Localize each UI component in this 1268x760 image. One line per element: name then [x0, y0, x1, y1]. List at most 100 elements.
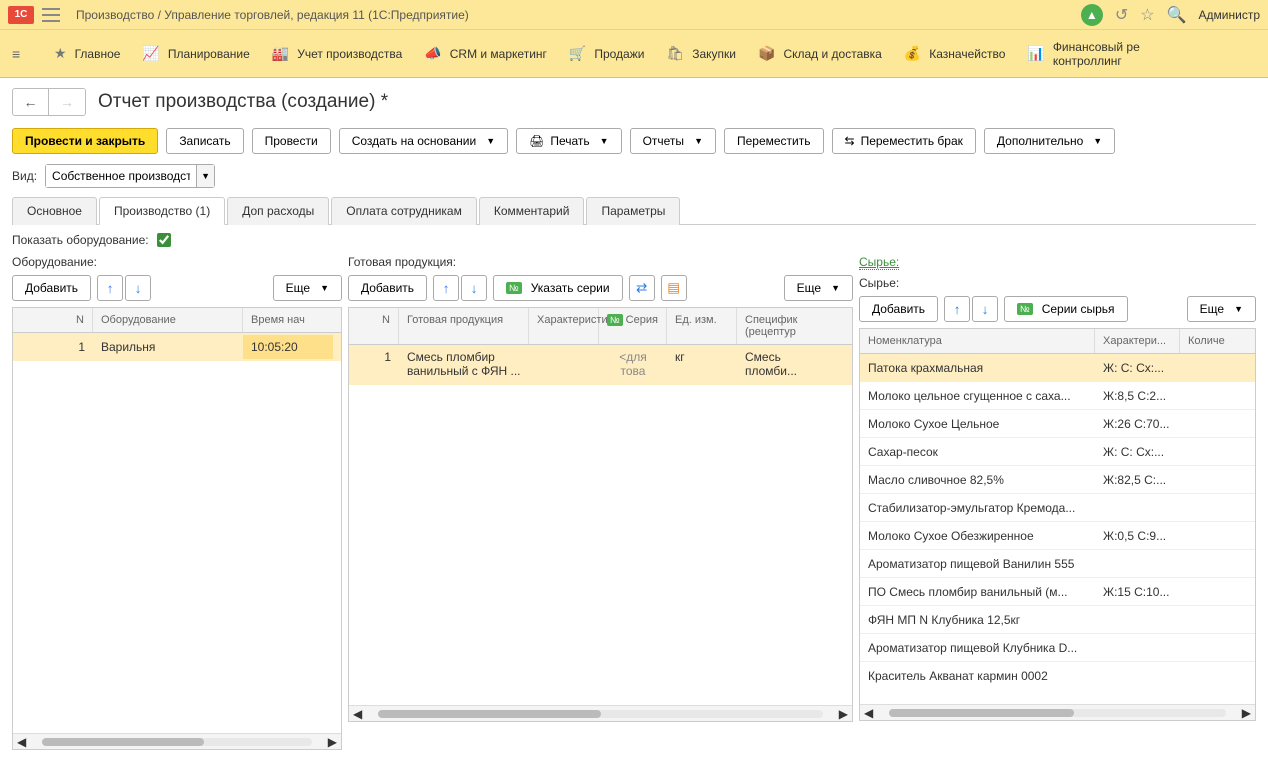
- eq-col-start[interactable]: Время нач: [243, 308, 333, 332]
- history-icon[interactable]: ↺: [1115, 5, 1128, 25]
- raw-series-button[interactable]: №Серии сырья: [1004, 296, 1127, 322]
- table-row[interactable]: Ароматизатор пищевой Клубника D...: [860, 634, 1255, 662]
- nav-purchase[interactable]: 🛍Закупки: [666, 45, 736, 62]
- arrow-down-icon: ↓: [135, 281, 142, 296]
- product-more-button[interactable]: Еще▼: [784, 275, 853, 301]
- table-row[interactable]: Краситель Акванат кармин 0002: [860, 662, 1255, 690]
- raw-col-qty[interactable]: Количе: [1180, 329, 1240, 353]
- prod-col-unit[interactable]: Ед. изм.: [667, 308, 737, 344]
- equipment-up-button[interactable]: ↑: [97, 275, 123, 301]
- product-up-button[interactable]: ↑: [433, 275, 459, 301]
- search-icon[interactable]: 🔍: [1167, 5, 1187, 25]
- raw-link[interactable]: Сырье:: [859, 255, 899, 270]
- tab-payment[interactable]: Оплата сотрудникам: [331, 197, 477, 225]
- nav-warehouse[interactable]: 📦Склад и доставка: [758, 45, 882, 62]
- table-row[interactable]: Масло сливочное 82,5%Ж:82,5 С:...: [860, 466, 1255, 494]
- tabs: Основное Производство (1) Доп расходы Оп…: [12, 196, 1256, 225]
- post-close-button[interactable]: Провести и закрыть: [12, 128, 158, 154]
- table-row[interactable]: Молоко цельное сгущенное с саха...Ж:8,5 …: [860, 382, 1255, 410]
- product-share-button[interactable]: ⇄: [629, 275, 655, 301]
- equipment-down-button[interactable]: ↓: [125, 275, 151, 301]
- product-down-button[interactable]: ↓: [461, 275, 487, 301]
- post-button[interactable]: Провести: [252, 128, 331, 154]
- nav-fin[interactable]: 📊Финансовый реконтроллинг: [1027, 40, 1139, 68]
- favorite-icon[interactable]: ☆: [1140, 5, 1154, 25]
- vid-input[interactable]: [46, 165, 196, 187]
- prod-col-spec[interactable]: Специфик (рецептур: [737, 308, 817, 344]
- eq-col-eq[interactable]: Оборудование: [93, 308, 243, 332]
- table-row[interactable]: Молоко Сухое ЦельноеЖ:26 С:70...: [860, 410, 1255, 438]
- prod-col-prod[interactable]: Готовая продукция: [399, 308, 529, 344]
- tab-production[interactable]: Производство (1): [99, 197, 225, 225]
- create-from-button[interactable]: Создать на основании▼: [339, 128, 508, 154]
- nav-menu-icon[interactable]: ≡: [12, 46, 32, 62]
- share-icon: ⇄: [636, 280, 647, 296]
- show-equipment-checkbox[interactable]: [157, 233, 171, 247]
- print-button[interactable]: 🖨Печать▼: [516, 128, 621, 154]
- product-label: Готовая продукция:: [348, 255, 853, 269]
- prod-col-serial[interactable]: №Серия: [599, 308, 667, 344]
- raw-up-button[interactable]: ↑: [944, 296, 970, 322]
- user-label[interactable]: Администр: [1199, 8, 1260, 22]
- equipment-hscroll[interactable]: ◀▶: [13, 733, 341, 749]
- table-row[interactable]: Молоко Сухое ОбезжиренноеЖ:0,5 С:9...: [860, 522, 1255, 550]
- table-row[interactable]: ПО Смесь пломбир ванильный (м...Ж:15 С:1…: [860, 578, 1255, 606]
- tab-params[interactable]: Параметры: [586, 197, 680, 225]
- tab-basic[interactable]: Основное: [12, 197, 97, 225]
- table-row[interactable]: Сахар-песокЖ: С: Сх:...: [860, 438, 1255, 466]
- nav-plan[interactable]: 📈Планирование: [142, 45, 249, 62]
- nav-crm[interactable]: 📣CRM и маркетинг: [424, 45, 547, 62]
- move-defect-button[interactable]: ⇆Переместить брак: [832, 128, 976, 154]
- window-title: Производство / Управление торговлей, ред…: [76, 8, 1081, 22]
- raw-down-button[interactable]: ↓: [972, 296, 998, 322]
- menu-icon[interactable]: [42, 8, 60, 22]
- arrow-down-icon: ↓: [982, 302, 989, 317]
- prod-col-n[interactable]: N: [349, 308, 399, 344]
- back-button[interactable]: ←: [13, 89, 49, 115]
- nav-main[interactable]: ★Главное: [54, 45, 120, 62]
- product-hscroll[interactable]: ◀▶: [349, 705, 852, 721]
- raw-hscroll[interactable]: ◀▶: [860, 704, 1255, 720]
- tab-expenses[interactable]: Доп расходы: [227, 197, 329, 225]
- table-row[interactable]: ФЯН МП N Клубника 12,5кг: [860, 606, 1255, 634]
- megaphone-icon: 📣: [424, 45, 441, 62]
- vid-label: Вид:: [12, 169, 37, 183]
- table-row[interactable]: 1Варильня10:05:20: [13, 333, 341, 361]
- raw-more-button[interactable]: Еще▼: [1187, 296, 1256, 322]
- nav-sales[interactable]: 🛒Продажи: [569, 45, 645, 62]
- table-row[interactable]: Стабилизатор-эмульгатор Кремода...: [860, 494, 1255, 522]
- tab-comment[interactable]: Комментарий: [479, 197, 585, 225]
- chart-icon: 📈: [142, 45, 159, 62]
- nav-prod[interactable]: 🏭Учет производства: [272, 45, 403, 62]
- raw-add-button[interactable]: Добавить: [859, 296, 938, 322]
- raw-col-char[interactable]: Характери...: [1095, 329, 1180, 353]
- vid-select[interactable]: ▼: [45, 164, 215, 188]
- equipment-panel: Оборудование: Добавить ↑ ↓ Еще▼ N Оборуд…: [12, 255, 342, 750]
- nav-treasury[interactable]: 💰Казначейство: [904, 45, 1006, 62]
- more-button[interactable]: Дополнительно▼: [984, 128, 1115, 154]
- move-button[interactable]: Переместить: [724, 128, 824, 154]
- product-series-button[interactable]: №Указать серии: [493, 275, 623, 301]
- titlebar: 1C Производство / Управление торговлей, …: [0, 0, 1268, 30]
- vid-dropdown-button[interactable]: ▼: [196, 165, 214, 187]
- raw-col-nom[interactable]: Номенклатура: [860, 329, 1095, 353]
- notification-icon[interactable]: ▲: [1081, 4, 1103, 26]
- product-add-button[interactable]: Добавить: [348, 275, 427, 301]
- equipment-more-button[interactable]: Еще▼: [273, 275, 342, 301]
- eq-col-n[interactable]: N: [13, 308, 93, 332]
- prod-col-char[interactable]: Характеристика: [529, 308, 599, 344]
- arrow-up-icon: ↑: [954, 302, 961, 317]
- app-logo: 1C: [8, 6, 34, 24]
- table-row[interactable]: 1Смесь пломбир ванильный с ФЯН ...<для т…: [349, 345, 852, 385]
- table-row[interactable]: Ароматизатор пищевой Ванилин 555: [860, 550, 1255, 578]
- raw-table: Номенклатура Характери... Количе Патока …: [859, 328, 1256, 721]
- equipment-add-button[interactable]: Добавить: [12, 275, 91, 301]
- reports-button[interactable]: Отчеты▼: [630, 128, 716, 154]
- star-icon: ★: [54, 45, 67, 62]
- show-equipment-label: Показать оборудование:: [12, 233, 149, 247]
- forward-button[interactable]: →: [49, 89, 85, 115]
- arrow-down-icon: ↓: [471, 281, 478, 296]
- product-list-button[interactable]: ▤: [661, 275, 687, 301]
- write-button[interactable]: Записать: [166, 128, 243, 154]
- table-row[interactable]: Патока крахмальнаяЖ: С: Сх:...: [860, 354, 1255, 382]
